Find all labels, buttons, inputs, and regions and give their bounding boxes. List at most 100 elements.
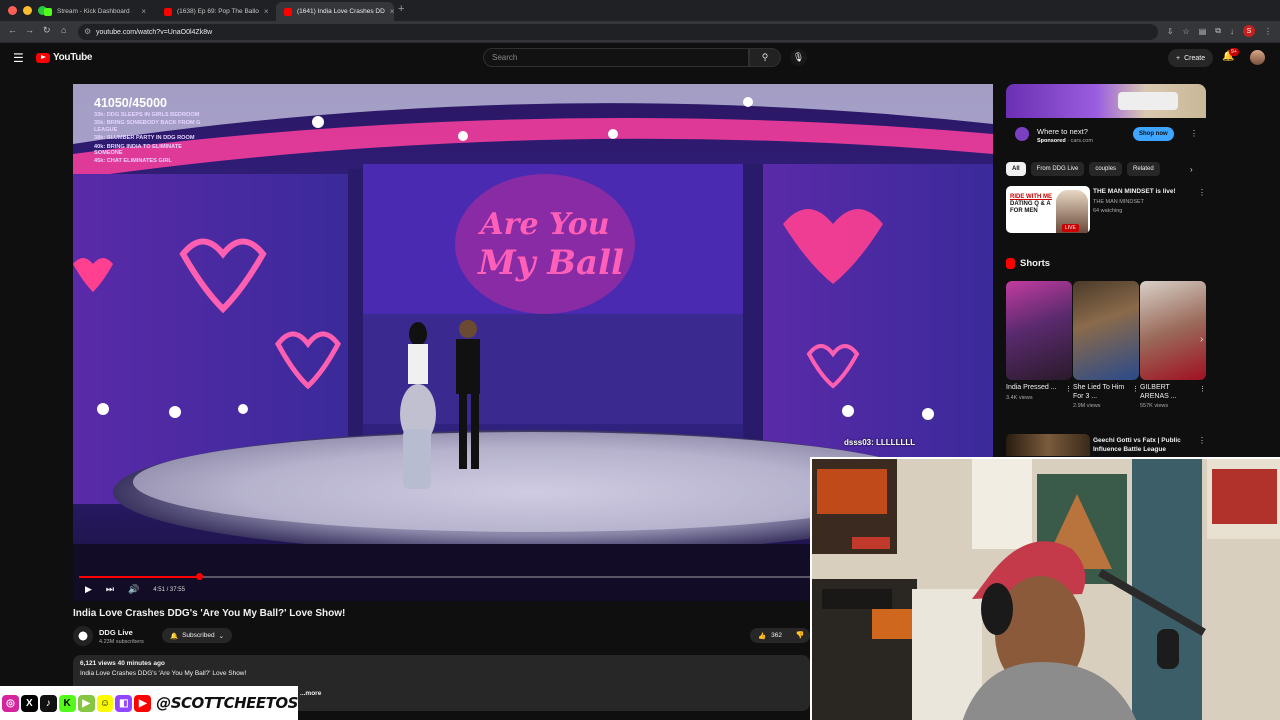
stream-goal-overlay: 41050/45000 33k: DDG SLEEPS IN GIRLS BED… <box>94 96 204 165</box>
chevron-right-icon[interactable]: › <box>1190 165 1193 174</box>
scrubber-handle[interactable] <box>195 573 203 580</box>
goal-item: 45k: CHAT ELIMINATES GIRL <box>94 158 172 165</box>
search-icon: ⚲ <box>761 52 769 62</box>
kick-favicon-icon <box>44 7 52 16</box>
like-count: 362 <box>771 632 782 639</box>
sponsored-label: Sponsored <box>1037 138 1066 144</box>
webcam-overlay <box>810 457 1280 720</box>
recommended-video[interactable]: Geechi Gotti vs Fatx | Public Influence … <box>1006 434 1206 456</box>
rec-channel: THE MAN MINDSET <box>1093 199 1145 205</box>
view-stats: 6,121 views 40 minutes ago <box>80 660 165 667</box>
tab-title: (1641) India Love Crashes DD <box>297 8 385 15</box>
bookmark-star-icon[interactable]: ☆ <box>1183 27 1190 36</box>
goal-item: 40k: BRING INDIA TO ELIMINATE SOMEONE <box>94 143 182 157</box>
subscriber-count: 4.23M subscribers <box>99 639 144 645</box>
forward-icon[interactable]: → <box>25 25 34 35</box>
close-window-button[interactable] <box>8 6 17 15</box>
close-tab-icon[interactable]: × <box>264 7 269 16</box>
subscribed-button[interactable]: 🔔 Subscribed ⌄ <box>162 628 233 643</box>
notification-badge: 9+ <box>1229 48 1239 56</box>
show-more-link[interactable]: ...more <box>300 690 321 697</box>
chip-from-ddg-live[interactable]: From DDG Live <box>1030 162 1085 176</box>
shorts-next-icon[interactable]: › <box>1200 334 1203 345</box>
description-text: India Love Crashes DDG's 'Are You My Bal… <box>80 670 247 677</box>
shop-now-button[interactable]: Shop now <box>1133 127 1174 141</box>
dislike-button[interactable]: 👎 <box>790 628 810 643</box>
short-more-icon[interactable]: ⋮ <box>1065 385 1072 393</box>
close-tab-icon[interactable]: × <box>390 7 394 16</box>
video-thumbnail <box>1006 434 1090 456</box>
channel-name[interactable]: DDG Live <box>99 628 133 637</box>
short-item[interactable]: She Lied To Him For 3 ... 2.9M views ⋮ <box>1073 281 1139 409</box>
rec-title: THE MAN MINDSET is live! <box>1093 188 1176 195</box>
thumbnail-text: RIDE WITH ME DATING Q & A FOR MEN <box>1010 194 1054 215</box>
screen: Stream - Kick Dashboard × (1638) Ep 69: … <box>0 0 1280 720</box>
volume-icon[interactable]: 🔊 <box>128 584 139 595</box>
back-icon[interactable]: ← <box>8 25 17 35</box>
short-title: India Pressed ... <box>1006 384 1057 391</box>
like-button[interactable]: 👍 362 <box>750 628 790 643</box>
rec-watching: 64 watching <box>1093 208 1123 214</box>
tab-kick-dashboard[interactable]: Stream - Kick Dashboard × <box>36 2 154 21</box>
profile-avatar[interactable]: S <box>1243 25 1255 37</box>
minimize-window-button[interactable] <box>23 6 32 15</box>
short-thumbnail <box>1140 281 1206 380</box>
search-button[interactable]: ⚲ <box>749 48 781 67</box>
download-icon[interactable]: ↓ <box>1230 27 1234 36</box>
chip-related[interactable]: Related <box>1127 162 1160 176</box>
ad-banner[interactable] <box>1006 84 1206 118</box>
video-title: India Love Crashes DDG's 'Are You My Bal… <box>73 608 346 619</box>
shorts-header: Shorts <box>1006 258 1050 269</box>
short-item[interactable]: GILBERT ARENAS ... 557K views ⋮ <box>1140 281 1206 409</box>
browser-menu-icon[interactable]: ⋮ <box>1264 27 1272 36</box>
ad-more-icon[interactable]: ⋮ <box>1190 129 1198 138</box>
home-icon[interactable]: ⌂ <box>61 25 66 35</box>
next-icon[interactable]: ⏭ <box>106 584 114 595</box>
short-more-icon[interactable]: ⋮ <box>1199 385 1206 393</box>
goal-item: 33k: DDG SLEEPS IN GIRLS BEDROOM <box>94 112 200 118</box>
rec-more-icon[interactable]: ⋮ <box>1198 436 1206 445</box>
time-display: 4:51 / 37:55 <box>153 586 185 593</box>
extensions-icon[interactable]: ⧉ <box>1215 26 1221 36</box>
recommended-video[interactable]: RIDE WITH ME DATING Q & A FOR MEN LIVE TH… <box>1006 186 1176 233</box>
create-label: Create <box>1184 54 1206 62</box>
ad-headline: Where to next? <box>1037 127 1088 136</box>
shorts-title: Shorts <box>1020 258 1051 269</box>
site-info-icon[interactable]: ⚙ <box>84 27 91 36</box>
youtube-logo[interactable]: YouTube <box>36 52 93 63</box>
new-tab-button[interactable]: + <box>398 3 404 15</box>
instagram-icon: ◎ <box>2 694 19 712</box>
hamburger-menu-icon[interactable]: ☰ <box>13 51 24 65</box>
advertiser-icon <box>1015 127 1029 141</box>
short-title: She Lied To Him For 3 ... <box>1073 384 1125 400</box>
voice-search-button[interactable]: 🎙 <box>790 49 807 66</box>
goal-count: 41050/45000 <box>94 96 167 110</box>
browser-tab-bar: Stream - Kick Dashboard × (1638) Ep 69: … <box>0 0 1280 21</box>
channel-avatar[interactable] <box>73 626 93 646</box>
short-item[interactable]: India Pressed ... 3.4K views ⋮ <box>1006 281 1072 401</box>
tab-pop-the-balloon[interactable]: (1638) Ep 69: Pop The Ballo × <box>156 2 274 21</box>
close-tab-icon[interactable]: × <box>141 7 146 16</box>
account-avatar[interactable] <box>1250 50 1265 65</box>
rec-more-icon[interactable]: ⋮ <box>1198 188 1206 197</box>
search-input[interactable]: Search <box>483 48 749 67</box>
progress-fill <box>79 576 199 578</box>
snapchat-icon: ☺ <box>96 694 114 712</box>
tab-india-love[interactable]: (1641) India Love Crashes DD × <box>276 2 394 21</box>
youtube-header: ☰ YouTube Search ⚲ 🎙 + Create 🔔 9+ <box>0 43 1280 73</box>
ad-domain: cars.com <box>1070 138 1093 144</box>
kick-icon: K <box>58 694 76 712</box>
reload-icon[interactable]: ↻ <box>43 25 51 36</box>
chip-couples[interactable]: couples <box>1089 162 1123 176</box>
ad-truck-image <box>1118 92 1178 110</box>
short-views: 3.4K views <box>1006 394 1033 401</box>
play-icon[interactable]: ▶ <box>85 584 92 595</box>
install-icon[interactable]: ⇩ <box>1167 27 1174 36</box>
short-more-icon[interactable]: ⋮ <box>1132 385 1139 393</box>
chip-all[interactable]: All <box>1006 162 1026 176</box>
url-bar[interactable]: ⚙ youtube.com/watch?v=UnaO0l4Zk8w <box>78 24 1158 40</box>
plus-icon: + <box>1176 54 1181 62</box>
create-button[interactable]: + Create <box>1168 49 1214 67</box>
ad-sponsor-line: Sponsored · cars.com <box>1037 138 1093 144</box>
sidepanel-icon[interactable]: ▤ <box>1199 27 1207 36</box>
